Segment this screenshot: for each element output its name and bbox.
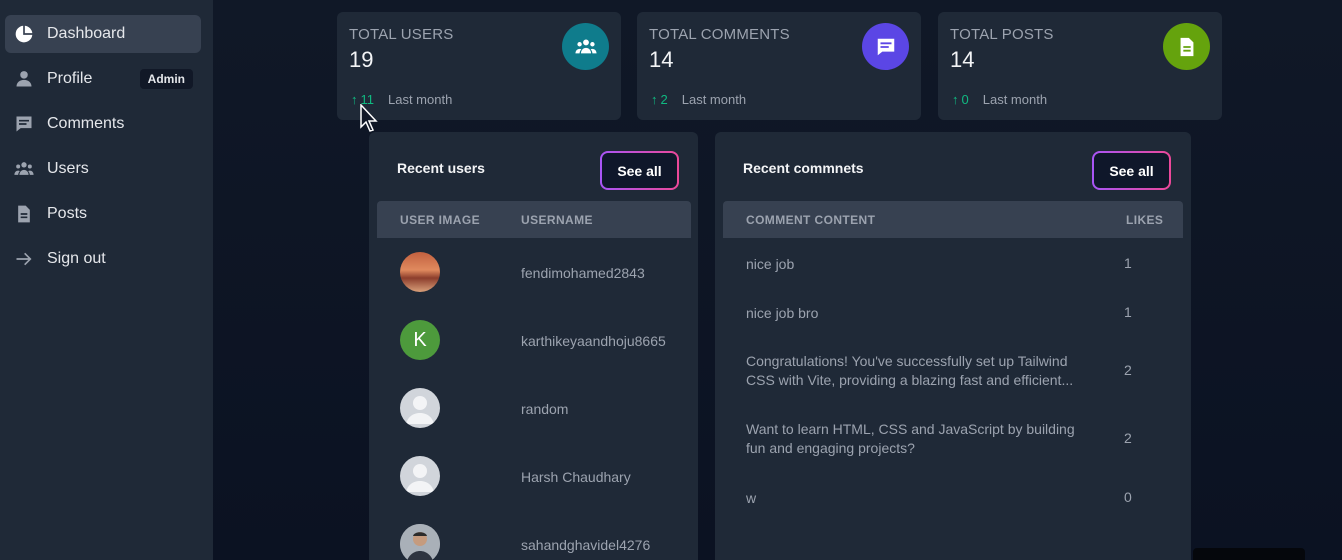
sidebar-item-label: Users [47,160,89,177]
avatar-initial: K [413,328,427,351]
comment-content: nice job bro [746,305,819,321]
table-row[interactable]: K karthikeyaandhoju8665 [376,320,690,360]
comment-icon [13,113,35,135]
sidebar-item-profile[interactable]: Profile Admin [5,60,201,98]
sidebar: Dashboard Profile Admin Comments Users P… [0,0,213,560]
sidebar-item-label: Comments [47,115,125,132]
table-row[interactable]: nice job bro 1 [722,304,1182,324]
column-header-likes: LIKES [1126,213,1164,227]
avatar: K [400,320,440,360]
default-avatar-icon [400,388,440,428]
admin-badge: Admin [139,69,193,89]
see-all-comments-button[interactable]: See all [1092,151,1171,190]
panel-title: Recent users [397,160,485,176]
arrow-right-icon [13,248,35,270]
table-row[interactable]: Congratulations! You've successfully set… [722,352,1182,392]
stat-trend: ↑ 2 Last month [651,92,746,107]
likes-count: 0 [1124,489,1132,505]
table-row[interactable]: random [376,388,690,428]
likes-count: 2 [1124,362,1132,378]
arrow-up-icon: ↑ [651,92,658,107]
likes-count: 1 [1124,304,1132,320]
trend-value: 0 [961,92,969,107]
comment-content: nice job [746,256,795,272]
user-icon [13,68,35,90]
stat-card-total-comments: TOTAL COMMENTS 14 ↑ 2 Last month [637,12,921,120]
dashboard-page: Dashboard Profile Admin Comments Users P… [0,0,1342,560]
table-header: USER IMAGE USERNAME [377,201,691,238]
pie-chart-icon [13,23,35,45]
table-row[interactable]: w 0 [722,489,1182,509]
panel-title: Recent commnets [743,160,864,176]
sidebar-item-label: Posts [47,205,88,222]
table-header: COMMENT CONTENT LIKES [723,201,1183,238]
comment-content: w [746,490,757,506]
users-group-icon [562,23,609,70]
column-header-comment-content: COMMENT CONTENT [746,213,876,227]
recent-users-panel: Recent users See all USER IMAGE USERNAME… [369,132,698,560]
table-row[interactable]: nice job 1 [722,255,1182,275]
overlay-fragment [1193,548,1305,560]
button-label: See all [602,153,677,188]
username: karthikeyaandhoju8665 [521,333,666,349]
stat-card-total-posts: TOTAL POSTS 14 ↑ 0 Last month [938,12,1222,120]
sidebar-item-label: Profile [47,70,93,87]
table-row[interactable]: sahandghavidel4276 [376,524,690,560]
sidebar-item-sign-out[interactable]: Sign out [5,240,201,278]
avatar [400,524,440,560]
users-icon [13,158,35,180]
comment-icon [862,23,909,70]
sidebar-item-label: Sign out [47,250,106,267]
recent-comments-panel: Recent commnets See all COMMENT CONTENT … [715,132,1191,560]
table-row[interactable]: Want to learn HTML, CSS and JavaScript b… [722,420,1182,460]
column-header-user-image: USER IMAGE [400,213,481,227]
avatar [400,252,440,292]
table-row[interactable]: Harsh Chaudhary [376,456,690,496]
trend-label: Last month [388,92,453,107]
likes-count: 1 [1124,255,1132,271]
username: Harsh Chaudhary [521,469,631,485]
sidebar-item-dashboard[interactable]: Dashboard [5,15,201,53]
button-label: See all [1094,153,1169,188]
column-header-username: USERNAME [521,213,593,227]
table-row[interactable]: fendimohamed2843 [376,252,690,292]
document-icon [13,203,35,225]
sidebar-item-label: Dashboard [47,25,126,42]
username: random [521,401,569,417]
comment-content: Want to learn HTML, CSS and JavaScript b… [746,421,1075,456]
username: fendimohamed2843 [521,265,645,281]
arrow-up-icon: ↑ [351,92,358,107]
trend-value: 2 [660,92,668,107]
trend-label: Last month [681,92,747,107]
username: sahandghavidel4276 [521,537,651,553]
sidebar-item-comments[interactable]: Comments [5,105,201,143]
sidebar-item-posts[interactable]: Posts [5,195,201,233]
arrow-up-icon: ↑ [952,92,959,107]
likes-count: 2 [1124,430,1132,446]
trend-label: Last month [982,92,1048,107]
document-icon [1163,23,1210,70]
comment-content: Congratulations! You've successfully set… [746,353,1074,388]
sidebar-item-users[interactable]: Users [5,150,201,188]
stat-trend: ↑ 0 Last month [952,92,1047,107]
mouse-cursor-icon [360,104,378,132]
see-all-users-button[interactable]: See all [600,151,679,190]
default-avatar-icon [400,456,440,496]
